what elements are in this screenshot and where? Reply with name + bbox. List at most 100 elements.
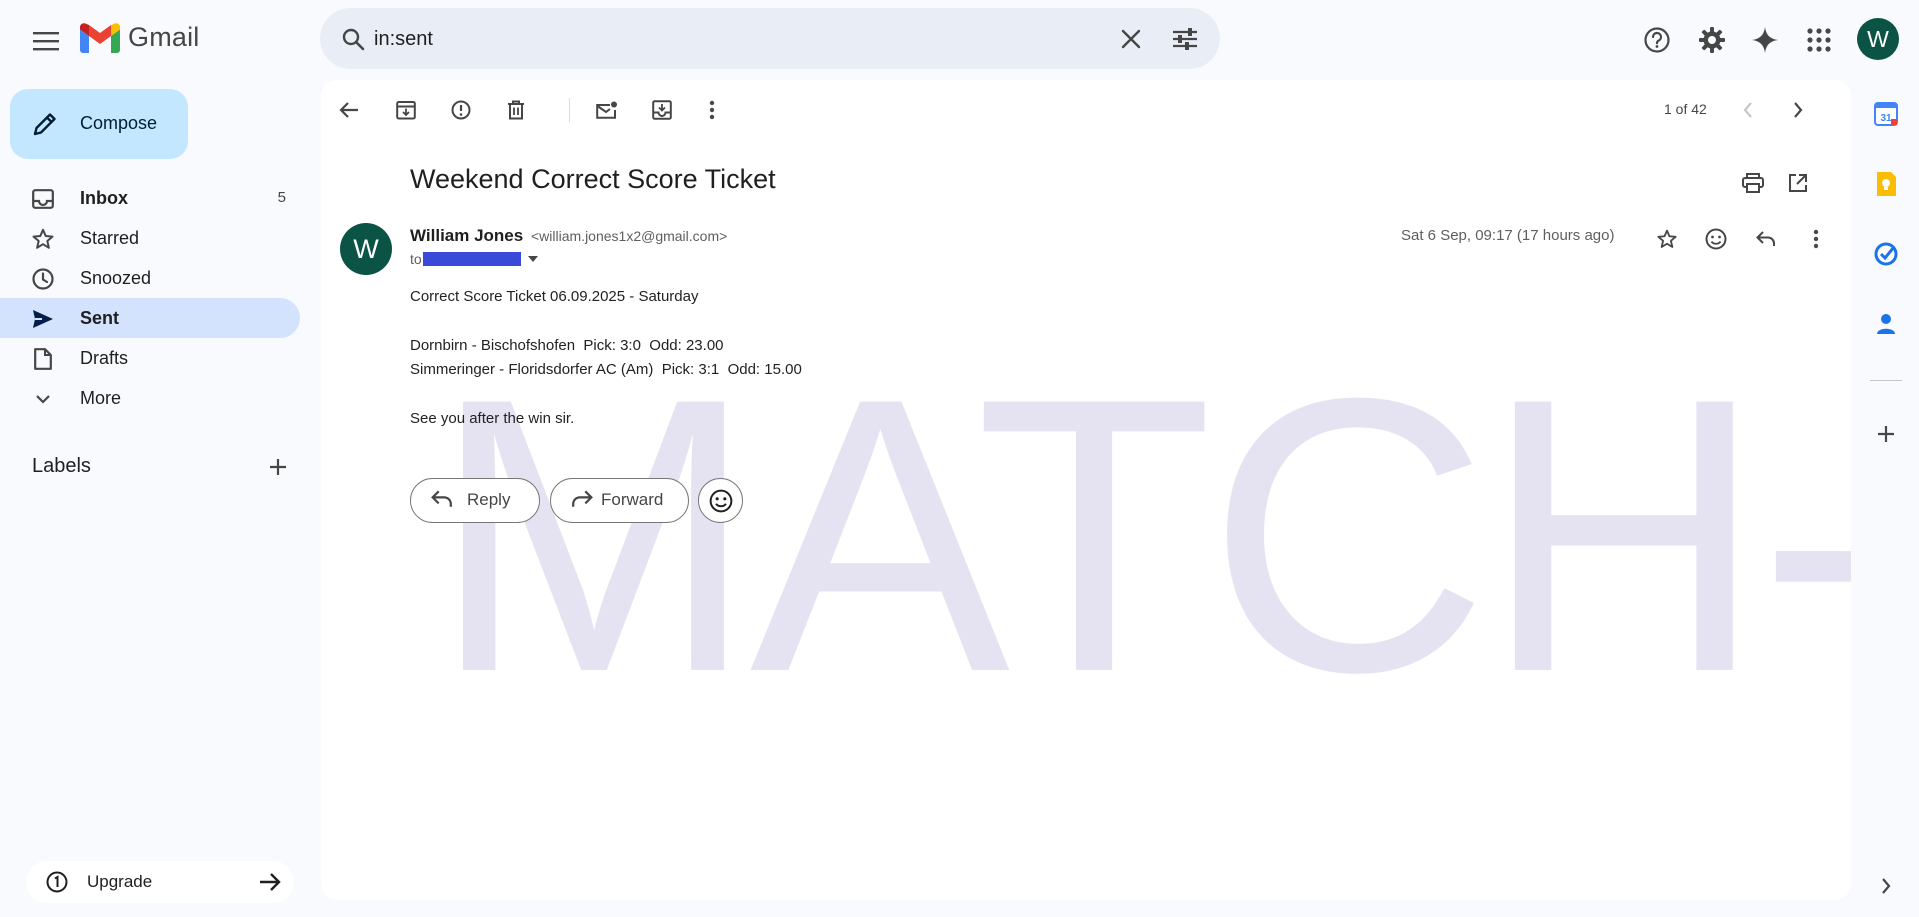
chevron-right-icon bbox=[1794, 102, 1803, 118]
star-email-button[interactable] bbox=[1650, 222, 1684, 256]
hamburger-menu-icon bbox=[33, 32, 59, 51]
arrow-right-icon bbox=[260, 873, 281, 891]
email-date: Sat 6 Sep, 09:17 (17 hours ago) bbox=[1401, 227, 1615, 244]
pencil-icon bbox=[33, 113, 56, 136]
create-label-button[interactable] bbox=[264, 453, 292, 481]
report-icon bbox=[451, 100, 471, 120]
compose-label: Compose bbox=[80, 113, 158, 133]
account-avatar[interactable]: W bbox=[1857, 18, 1899, 60]
reply-label: Reply bbox=[467, 490, 511, 509]
reply-button[interactable]: Reply bbox=[410, 478, 540, 523]
email-subject: Weekend Correct Score Ticket bbox=[410, 164, 776, 194]
email-body-line: Correct Score Ticket 06.09.2025 - Saturd… bbox=[410, 288, 699, 305]
archive-icon bbox=[396, 101, 416, 120]
emoji-icon bbox=[1705, 228, 1727, 250]
emoji-icon bbox=[709, 489, 732, 512]
add-reaction-button[interactable] bbox=[1699, 222, 1733, 256]
nav-item-starred[interactable]: Starred bbox=[0, 218, 300, 258]
side-panel-divider bbox=[1870, 380, 1902, 381]
sender-avatar[interactable]: W bbox=[340, 223, 392, 275]
move-to-button[interactable] bbox=[645, 93, 679, 127]
search-icon bbox=[342, 28, 365, 51]
apps-grid-icon bbox=[1807, 28, 1831, 52]
chevron-right-icon bbox=[1882, 878, 1891, 894]
caret-down-icon[interactable] bbox=[527, 255, 539, 263]
tasks-app-button[interactable] bbox=[1872, 240, 1900, 268]
app-name: Gmail bbox=[128, 22, 200, 52]
nav-label-snoozed: Snoozed bbox=[80, 268, 152, 288]
tasks-icon bbox=[1874, 242, 1898, 266]
forward-button[interactable]: Forward bbox=[550, 478, 689, 523]
report-spam-button[interactable] bbox=[444, 93, 478, 127]
inbox-icon bbox=[32, 188, 54, 210]
forward-label: Forward bbox=[601, 490, 664, 509]
gear-icon bbox=[1699, 27, 1725, 53]
delete-button[interactable] bbox=[499, 93, 533, 127]
nav-item-inbox[interactable]: Inbox 5 bbox=[0, 178, 300, 218]
search-bar bbox=[320, 8, 1220, 69]
search-options-button[interactable] bbox=[1166, 20, 1204, 58]
open-new-window-button[interactable] bbox=[1781, 166, 1815, 200]
get-addons-button[interactable] bbox=[1872, 420, 1900, 448]
toolbar-divider bbox=[569, 98, 570, 122]
sparkle-icon bbox=[1752, 27, 1778, 53]
redacted-recipient bbox=[422, 252, 521, 266]
mark-unread-button[interactable] bbox=[590, 93, 624, 127]
reply-button-header[interactable] bbox=[1749, 222, 1783, 256]
sender-name[interactable]: William Jones bbox=[410, 226, 523, 246]
nav-label-starred: Starred bbox=[80, 228, 140, 248]
sender-email: <william.jones1x2@gmail.com> bbox=[531, 228, 728, 244]
move-to-inbox-icon bbox=[652, 100, 672, 120]
upgrade-button[interactable]: Upgrade bbox=[26, 861, 294, 903]
emoji-reaction-button[interactable] bbox=[698, 478, 743, 523]
tune-icon bbox=[1173, 28, 1197, 50]
email-body-line: Simmeringer - Floridsdorfer AC (Am) Pick… bbox=[410, 361, 802, 378]
older-button[interactable] bbox=[1781, 93, 1815, 127]
nav-item-drafts[interactable]: Drafts bbox=[0, 338, 300, 378]
google-apps-button[interactable] bbox=[1797, 18, 1841, 62]
reply-icon bbox=[431, 490, 452, 507]
archive-button[interactable] bbox=[389, 93, 423, 127]
nav-item-snoozed[interactable]: Snoozed bbox=[0, 258, 300, 298]
open-in-new-icon bbox=[1789, 174, 1807, 192]
support-button[interactable] bbox=[1635, 18, 1679, 62]
calendar-day: 31 bbox=[1880, 113, 1892, 124]
keep-icon bbox=[1877, 172, 1896, 196]
more-message-actions-button[interactable] bbox=[1799, 222, 1833, 256]
back-button[interactable] bbox=[332, 93, 366, 127]
gmail-logo[interactable]: Gmail bbox=[80, 22, 200, 53]
search-button[interactable] bbox=[334, 20, 372, 58]
star-icon bbox=[32, 228, 54, 250]
print-all-button[interactable] bbox=[1736, 166, 1770, 200]
more-actions-button[interactable] bbox=[695, 93, 729, 127]
newer-button[interactable] bbox=[1731, 93, 1765, 127]
nav-item-sent[interactable]: Sent bbox=[0, 298, 300, 338]
recipients-line[interactable]: to bbox=[410, 251, 539, 267]
calendar-icon: 31 bbox=[1874, 102, 1898, 126]
nav-item-more[interactable]: More bbox=[0, 378, 300, 418]
more-vert-icon bbox=[1813, 229, 1819, 249]
labels-heading: Labels bbox=[32, 455, 91, 477]
gemini-button[interactable] bbox=[1743, 18, 1787, 62]
nav-label-inbox: Inbox bbox=[80, 188, 128, 208]
keep-app-button[interactable] bbox=[1872, 170, 1900, 198]
main-menu-button[interactable] bbox=[22, 17, 70, 65]
calendar-app-button[interactable]: 31 bbox=[1872, 100, 1900, 128]
email-body-line: See you after the win sir. bbox=[410, 410, 575, 427]
compose-button[interactable]: Compose bbox=[10, 89, 188, 159]
arrow-back-icon bbox=[339, 102, 358, 118]
contacts-app-button[interactable] bbox=[1872, 310, 1900, 338]
email-body-line: Dornbirn - Bischofshofen Pick: 3:0 Odd: … bbox=[410, 337, 724, 354]
clear-search-button[interactable] bbox=[1112, 20, 1150, 58]
gmail-logo-icon bbox=[80, 22, 120, 53]
search-input[interactable] bbox=[374, 24, 1074, 54]
upgrade-label: Upgrade bbox=[87, 872, 153, 891]
send-icon bbox=[32, 308, 54, 330]
nav-label-more: More bbox=[80, 388, 122, 408]
inbox-unread-count: 5 bbox=[277, 189, 286, 206]
to-label: to bbox=[410, 251, 422, 267]
show-side-panel-button[interactable] bbox=[1872, 872, 1900, 900]
match-win-watermark: MATCH-WIN bbox=[431, 317, 1851, 753]
settings-button[interactable] bbox=[1690, 18, 1734, 62]
nav-label-sent: Sent bbox=[80, 308, 120, 328]
